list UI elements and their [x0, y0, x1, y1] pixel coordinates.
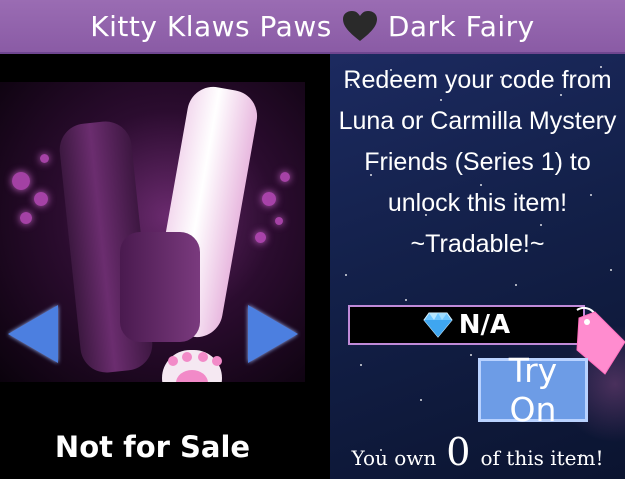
- item-category: Dark Fairy: [387, 9, 535, 43]
- price-box: N/A: [348, 305, 585, 345]
- arrow-left-icon[interactable]: [8, 305, 58, 363]
- diamond-icon: [423, 312, 453, 338]
- try-on-button[interactable]: Try On: [478, 351, 588, 429]
- owned-suffix: of this item!: [480, 446, 604, 470]
- item-description: Redeem your code from Luna or Carmilla M…: [338, 66, 617, 258]
- owned-count: 0: [446, 430, 471, 474]
- item-title: Kitty Klaws Paws Dark Fairy: [0, 0, 625, 52]
- sale-status: Not for Sale: [54, 430, 251, 464]
- price-value: N/A: [458, 310, 511, 340]
- item-name: Kitty Klaws Paws: [90, 9, 332, 43]
- owned-count-line: You own 0 of this item!: [330, 430, 625, 474]
- arrow-right-icon[interactable]: [248, 305, 298, 363]
- owned-prefix: You own: [351, 446, 437, 470]
- heart-icon: [342, 11, 377, 41]
